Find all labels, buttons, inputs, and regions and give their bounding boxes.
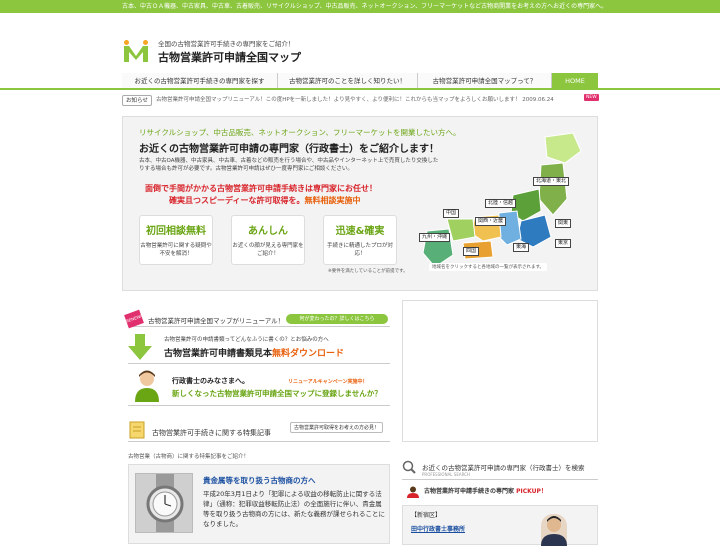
region-shikoku[interactable]: 四国	[463, 247, 480, 256]
office-name-link[interactable]: 田中行政書士事務所	[411, 524, 465, 533]
feature-desc: 古物営業許可に関する疑問や不安を解消！	[140, 243, 212, 257]
region-kyushu-okinawa[interactable]: 九州・沖縄	[419, 233, 451, 242]
pickup-text-wrap: 古物営業許可申請手続きの専門家 PICKUP！	[424, 486, 547, 498]
hero-panel: リサイクルショップ、中古品販売、ネットオークション、フリーマーケットを開業したい…	[122, 116, 598, 291]
region-kansai[interactable]: 関西・近畿	[475, 217, 507, 226]
region-tokyo[interactable]: 東京	[555, 239, 572, 248]
gyosei-register-banner[interactable]: 行政書士のみなさまへ。 リニューアルキャンペーン実施中！ 新しくなった古物営業許…	[128, 368, 390, 406]
gyosei-register-title: 新しくなった古物営業許可申請全国マップに登録しませんか？	[172, 389, 382, 398]
expert-search-header: お近くの古物営業許可申請の専門家（行政書士）を検索 PROFESSIONAL S…	[402, 458, 598, 480]
new-badge: NEW	[584, 94, 599, 101]
campaign-text: リニューアルキャンペーン実施中！	[288, 379, 368, 385]
document-icon	[129, 421, 145, 439]
feature-speedy: 迅速&確実 手続きに精通したプロが対応！	[323, 215, 397, 265]
pickup-highlight: PICKUP！	[516, 488, 547, 495]
download-title-text: 古物営業許可申請書類見本	[164, 349, 273, 359]
region-hokkaido-tohoku[interactable]: 北海道・東北	[533, 177, 570, 186]
pickup-text: 古物営業許可申請手続きの専門家	[424, 488, 515, 495]
watch-image	[135, 473, 193, 533]
office-area: 【新宿区】	[411, 512, 442, 519]
magnifier-icon	[402, 460, 416, 474]
office-card: 【新宿区】 田中行政書士事務所	[402, 505, 598, 546]
expert-search-subtitle: PROFESSIONAL SEARCH	[422, 472, 470, 477]
watch-icon	[136, 474, 192, 532]
renewal-text: 古物営業許可申請全国マップがリニューアル！	[148, 317, 285, 325]
feature-title: 初回相談無料	[146, 226, 206, 237]
logo-mark-icon	[124, 40, 148, 62]
japan-map: 北海道・東北 北陸・信越 関東 東京 東海 関西・近畿 中国 四国 九州・沖縄	[413, 129, 593, 279]
download-subtitle: 古物営業許可の申請書類ってどんなふうに書くの？とお悩みの方へ	[164, 337, 329, 343]
logo-title: 古物営業許可申請全国マップ	[158, 51, 301, 64]
free-download-text: 無料ダウンロード	[272, 349, 345, 359]
feature-desc: お近くの顔が見える専門家をご紹介！	[232, 243, 304, 257]
news-text[interactable]: 古物営業許可申請全国マップリニューアル！この度HPを一新しました！より見やすく、…	[156, 95, 554, 106]
feature-articles-header: 古物営業許可手続きに関する特集記事 古物営業許可取得をお考えの方必見！	[128, 420, 390, 442]
renewal-banner[interactable]: RENEWAL 古物営業許可申請全国マップがリニューアル！ 何が変わったの？詳し…	[124, 309, 390, 329]
feature-free-consult: 初回相談無料 古物営業許可に関する疑問や不安を解消！	[139, 215, 213, 265]
renewal-badge: RENEWAL	[124, 309, 146, 329]
hero-title: お近くの古物営業許可申請の専門家（行政書士）をご紹介します！	[139, 144, 439, 155]
hero-description: 古本、中古OA機器、中古家具、中古車、古着などの販売を行う場合や、中古品やインタ…	[139, 158, 439, 172]
map-note: 地域名をクリックすると各地域の一覧が表示されます。	[429, 263, 548, 271]
office-photo	[541, 514, 567, 546]
feature-title: 迅速&確実	[335, 226, 385, 237]
person-icon	[407, 486, 419, 498]
hero-callout: 面倒で手間がかかる古物営業許可申請手続きは専門家にお任せ！	[145, 184, 377, 193]
feature-anshin: あんしん お近くの顔が見える専門家をご紹介！	[231, 215, 305, 265]
right-blank-panel	[402, 300, 598, 442]
feature-title: あんしん	[248, 226, 288, 237]
news-bar: お知らせ 古物営業許可申請全国マップリニューアル！この度HPを一新しました！より…	[122, 94, 599, 106]
section-subtitle: 古物営業（古物商）に関する特集記事をご紹介！	[128, 454, 250, 460]
download-arrow-icon	[128, 334, 152, 360]
hero-callout-text: 確実且つスピーディーな許可取得を。	[169, 196, 305, 205]
article-card: 貴金属等を取り扱う古物商の方へ 平成20年3月1日より「犯罪による収益の移転防止…	[128, 464, 390, 544]
section-tag: 古物営業許可取得をお考えの方必見！	[290, 422, 384, 433]
region-kanto[interactable]: 関東	[555, 219, 572, 228]
article-body: 平成20年3月1日より「犯罪による収益の移転防止に関する法律」（通称：犯罪収益移…	[203, 490, 385, 528]
hero-callout-2: 確実且つスピーディーな許可取得を。無料相談実施中	[169, 195, 360, 206]
top-banner-text: 古本、中古ＯＡ機器、中古家具、中古車、古着販売、リサイクルショップ、中古品販売、…	[0, 0, 720, 13]
logo-tagline: 全国の古物営業許可手続きの専門家をご紹介！	[158, 40, 295, 48]
renewal-details-button[interactable]: 何が変わったの？詳しくはこちら	[286, 314, 388, 324]
region-chugoku[interactable]: 中国	[443, 209, 460, 218]
region-tokai[interactable]: 東海	[513, 243, 530, 252]
free-consult-text: 無料相談実施中	[304, 196, 361, 205]
person-avatar-icon	[135, 370, 159, 402]
download-banner[interactable]: 古物営業許可の申請書類ってどんなふうに書くの？とお悩みの方へ 古物営業許可申請書…	[128, 330, 390, 364]
feature-note: ※要件を満たしていることが前提です。	[328, 269, 408, 274]
nav-underline	[0, 88, 720, 90]
article-title[interactable]: 貴金属等を取り扱う古物商の方へ	[203, 475, 316, 486]
section-title: 古物営業許可手続きに関する特集記事	[152, 429, 271, 437]
region-hokuriku-shinetsu[interactable]: 北陸・信越	[485, 199, 517, 208]
expert-search-title: お近くの古物営業許可申請の専門家（行政書士）を検索	[422, 464, 585, 472]
person-photo-icon	[541, 516, 567, 546]
download-title: 古物営業許可申請書類見本無料ダウンロード	[164, 346, 344, 359]
feature-desc: 手続きに精通したプロが対応！	[326, 243, 393, 257]
gyosei-heading: 行政書士のみなさまへ。	[172, 377, 249, 385]
pickup-label: 古物営業許可申請手続きの専門家 PICKUP！	[406, 486, 596, 498]
news-tag: お知らせ	[122, 95, 152, 106]
